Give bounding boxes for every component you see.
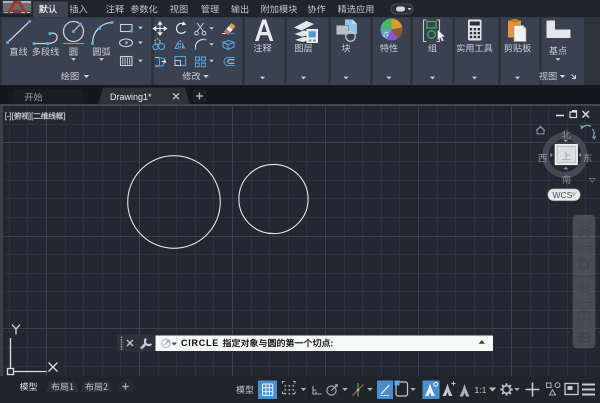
svg-text:1:1: 1:1 — [475, 385, 487, 395]
svg-text:WCS: WCS — [553, 190, 573, 200]
svg-text:CIRCLE: CIRCLE — [181, 338, 219, 348]
svg-text:Drawing1*: Drawing1* — [110, 92, 152, 102]
